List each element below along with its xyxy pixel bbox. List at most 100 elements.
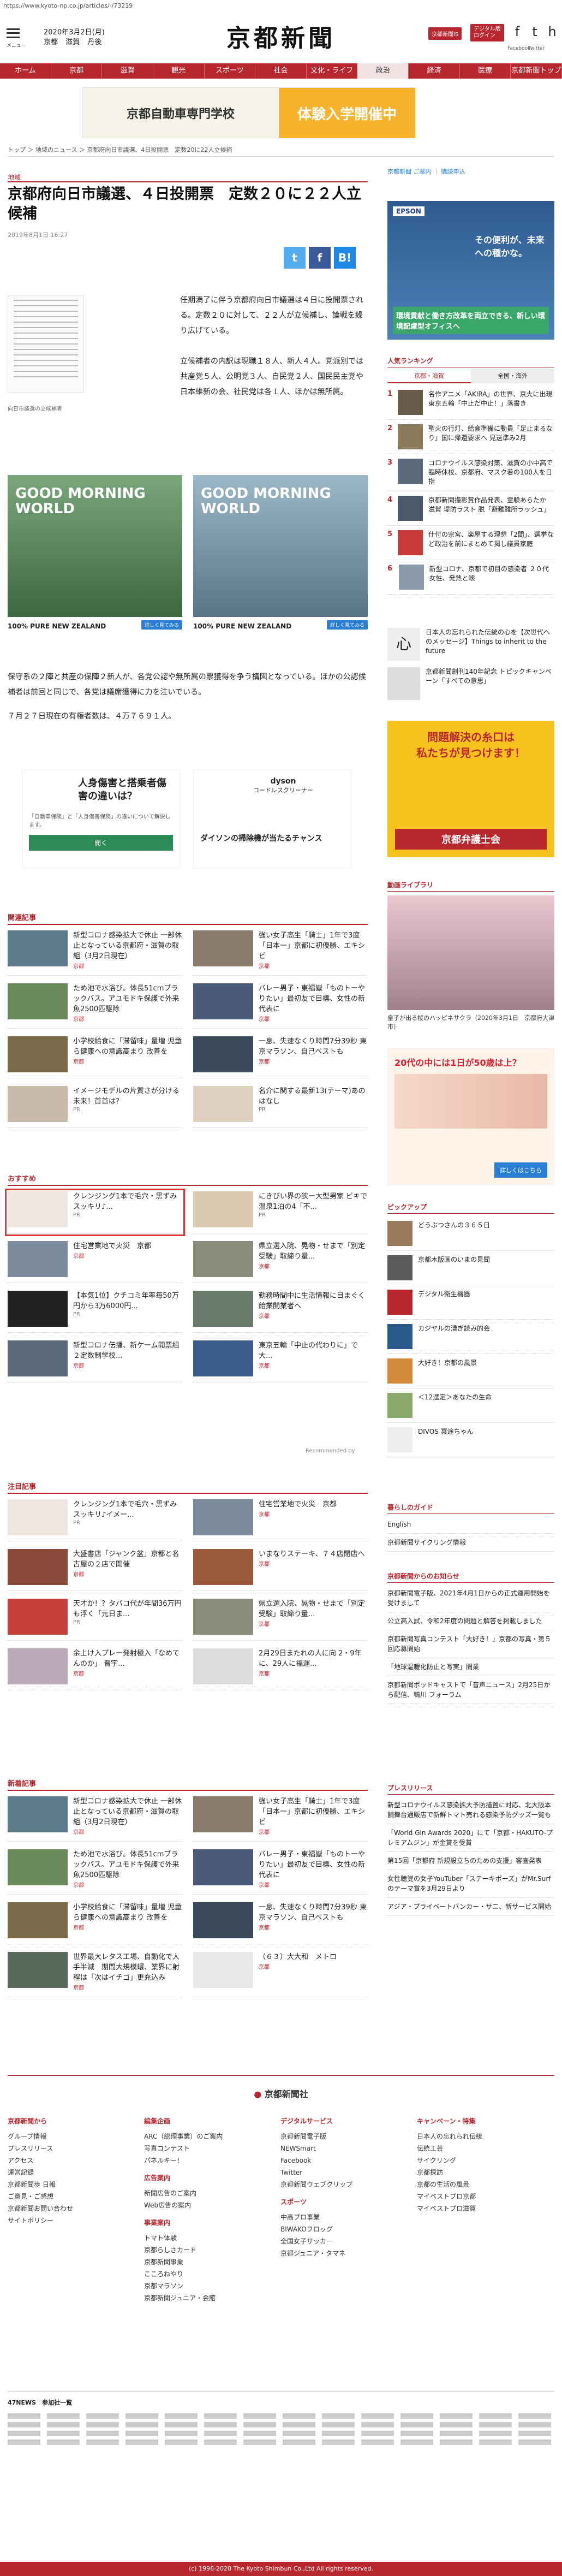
footer-link[interactable]: 運営記録: [8, 2167, 139, 2179]
nav-keizai[interactable]: 経済: [409, 63, 460, 79]
footer-link[interactable]: 京都新聞お問い合わせ: [8, 2203, 139, 2215]
ad-insurance[interactable]: 人身傷害と搭乗者傷害の違いは？ 「自動車保険」と「人身傷害保険」の違いについて解…: [22, 770, 180, 868]
ad-nz-1[interactable]: GOOD MORNING WORLD 100% PURE NEW ZEALAND…: [8, 475, 182, 630]
recommend-item[interactable]: 住宅営業地で火災 京都 京都: [8, 1241, 182, 1283]
tab-kyoto-shiga[interactable]: 京都・滋賀: [387, 369, 471, 383]
related-item[interactable]: 一息、失速なくり時間7分39秒 東京マラソン、自己ベストも 京都: [193, 1036, 368, 1078]
site-logo[interactable]: 京都新聞: [202, 19, 360, 52]
nav-iryo[interactable]: 医療: [460, 63, 511, 79]
video-thumbnail[interactable]: [387, 895, 554, 1010]
ranking-item[interactable]: 2 聖火の行灯、給食準備に動員「足止まるなり」国に帰還要求へ 見送準み2月: [387, 420, 554, 454]
promo-mosaic[interactable]: 心 日本人の忘れられた伝統の心を【次世代へのメッセージ】Things to in…: [387, 628, 554, 661]
nav-seiji[interactable]: 政治: [357, 63, 409, 79]
tab-national[interactable]: 全国・海外: [471, 369, 554, 383]
footer-link[interactable]: マイベストプロ京都: [417, 2191, 553, 2203]
footer-link[interactable]: 全国女子サッカー: [280, 2235, 400, 2247]
footer-link[interactable]: 写真コンテスト: [144, 2142, 264, 2154]
pickup-item[interactable]: ＜12選定＞あなたの生命: [387, 1388, 554, 1423]
footer-link[interactable]: 日本人の忘れられ伝統: [417, 2130, 553, 2142]
pickup-item[interactable]: どうぶつさんの３６５日: [387, 1216, 554, 1251]
footer-link[interactable]: マイベストプロ滋賀: [417, 2203, 553, 2215]
footer-link[interactable]: 京都新聞電子版: [280, 2130, 400, 2142]
press-item[interactable]: 「World Gin Awards 2020」にて「京都・HAKUTO-プレミア…: [387, 1824, 554, 1852]
top-banner-ad[interactable]: 京都自動車専門学校 体験入学開催中: [82, 87, 415, 138]
footer-link[interactable]: 京都マラソン: [144, 2280, 264, 2292]
ranking-item[interactable]: 5 仕付の宗宮、楽屋する理想「2間」、選挙など政治を前にまとめて掲し議員家庭: [387, 526, 554, 560]
sidebar-link-guide[interactable]: 京都新聞 ご案内: [387, 168, 432, 175]
recommend-item[interactable]: 【本気1位】クチコミ年率毎50万円から3万6000円... PR: [8, 1291, 182, 1333]
footer-link[interactable]: 京都らしさカード: [144, 2244, 264, 2256]
press-item[interactable]: 第15回「京都府 新規設立ちのための支援」審査発表: [387, 1852, 554, 1870]
footer-link[interactable]: 新聞広告のご案内: [144, 2187, 264, 2199]
ad-dyson[interactable]: dyson コードレスクリーナー ダイソンの掃除機が当たるチャンス: [193, 770, 351, 868]
notice-item[interactable]: 京都新聞写真コンテスト「大好き！」京都の写真・第５回応募開始: [387, 1630, 554, 1658]
nav-home[interactable]: ホーム: [0, 63, 51, 79]
latest-item[interactable]: 世界最大レタス工場、自動化で人手半減 期間大規模環、業界に射程は「次はイチゴ」更…: [8, 1952, 182, 1997]
weather-tango[interactable]: 丹後: [87, 38, 101, 46]
footer-link[interactable]: こころねやり: [144, 2268, 264, 2280]
breadcrumb[interactable]: トップ ＞ 地域のニュース ＞ 京都府向日市議選、4日投開票 定数20に22人立…: [8, 145, 232, 154]
notice-item[interactable]: 京都新聞ポッドキャストで「音声ニュース」2月25日から配信、鴨川 フォーラム: [387, 1676, 554, 1704]
featured-item[interactable]: 大盛書店「ジャンク盆」京都と名古屋の２店で開催 京都: [8, 1549, 182, 1591]
featured-item[interactable]: 天才か！？タバコ代が年間36万円も浮く「元日ま... PR: [8, 1599, 182, 1641]
ad-bengoshi[interactable]: 問題解決の糸口は 私たちが見つけます！ 京都弁護士会: [387, 721, 554, 857]
notice-item[interactable]: 京都新聞電子版、2021年4月1日からの正式運用開始を受けまして: [387, 1584, 554, 1612]
latest-item[interactable]: バレー男子・東福嶽「ものトーやりたい」最初友で目標、女性の新代表に 京都: [193, 1849, 368, 1895]
notice-item[interactable]: 「地球温暖化防止と写実」開業: [387, 1658, 554, 1676]
footer-link[interactable]: ご意見・ご感想: [8, 2191, 139, 2203]
footer-link[interactable]: サイクリング: [417, 2154, 553, 2167]
sidebar-link-subscribe[interactable]: 購読申込: [441, 168, 465, 175]
share-twitter-icon[interactable]: t: [284, 247, 306, 269]
footer-link[interactable]: プレスリリース: [8, 2142, 139, 2154]
footer-link[interactable]: 京都新聞ウェブクリップ: [280, 2179, 400, 2191]
promo-140[interactable]: 京都新聞創刊140年記念 トピックキャンペーン「すべての意思」: [387, 667, 554, 700]
share-hatena-icon[interactable]: B!: [334, 247, 356, 269]
pickup-item[interactable]: DIVOS 冥途ちゃん: [387, 1423, 554, 1457]
latest-item[interactable]: 一息、失速なくり時間7分39秒 東京マラソン、自己ベストも 京都: [193, 1902, 368, 1944]
footer-link[interactable]: グループ情報: [8, 2130, 139, 2142]
recommend-item[interactable]: 県立選入院、晃物・せまで「別定受験」取締り量... 京都: [193, 1241, 368, 1283]
featured-item[interactable]: 2月29日またれの人に向 2・9年に、29人に福運... 京都: [193, 1648, 368, 1690]
press-item[interactable]: アジア・プライベートバンカー・サニ、新サービス開始: [387, 1898, 554, 1916]
featured-item[interactable]: 住宅営業地で火災 京都 京都: [193, 1499, 368, 1541]
footer-link[interactable]: 京都の生活の風景: [417, 2179, 553, 2191]
ranking-item[interactable]: 6 新型コロナ、京都で初目の感染者 ２０代女性、発熱と咳: [387, 560, 554, 595]
digital-login-button[interactable]: デジタル版 ログイン: [470, 24, 504, 41]
related-item[interactable]: 強い女子高生「騎士」1年で3度「日本一」京都に初優勝、エキシビ 京都: [193, 930, 368, 976]
footer-link[interactable]: 中高プロ事業: [280, 2211, 400, 2223]
recommend-item[interactable]: にきびい界の狭ー大型男家 ビキで温泉1泊の4「不... PR: [193, 1191, 368, 1233]
footer-link[interactable]: パネルキー！: [144, 2154, 264, 2167]
guide-item-english[interactable]: English: [387, 1516, 554, 1534]
recommend-item[interactable]: 新型コロナ伝播、新ケーム開票組 ２定数制学校... 京都: [8, 1340, 182, 1382]
footer-link[interactable]: トマト体験: [144, 2232, 264, 2244]
related-item[interactable]: 小学校給食に「滞留味」量増 児童ら健康への意識高まり 改善を 京都: [8, 1036, 182, 1078]
latest-item[interactable]: 強い女子高生「騎士」1年で3度「日本一」京都に初優勝、エキシビ 京都: [193, 1796, 368, 1842]
press-item[interactable]: 女性聴覚の女子YouTuber「ステーキポーズ」がMr.Surfのテーマ賞を3月…: [387, 1870, 554, 1898]
ad-bottom[interactable]: 20代の中には1日が50歳は上？ 詳しくはこちら: [387, 1048, 554, 1185]
featured-item[interactable]: いまなりステーキ、７４店閉店へ 京都: [193, 1549, 368, 1591]
featured-item[interactable]: 余上け入プレー発射極入「なめてんのか」 晋宇... 京都: [8, 1648, 182, 1690]
pickup-item[interactable]: カジヤルの漕ぎ読み的会: [387, 1320, 554, 1354]
latest-item[interactable]: （６３）大大和 メトロ 京都: [193, 1952, 368, 1997]
recommend-item[interactable]: 東京五輪「中止の代わりに」で大... 京都: [193, 1340, 368, 1382]
ad-nz-2[interactable]: GOOD MORNING WORLD 100% PURE NEW ZEALAND…: [193, 475, 368, 630]
recommend-item[interactable]: 勤務時間中に生活情報に目まぐく 給業開業者へ 京都: [193, 1291, 372, 1333]
press-item[interactable]: 新型コロナウイルス感染拡大予防措置に対応、北大阪本舗舞台通販店で新鮮トマト売れる…: [387, 1796, 554, 1824]
facebook-icon[interactable]: f: [507, 22, 527, 41]
footer-link[interactable]: Web広告の案内: [144, 2199, 264, 2211]
related-item[interactable]: ため池で水浴び。体長51cmブラックバス。アユモドキ保護で外来魚2500匹駆除京…: [8, 983, 182, 1029]
menu-icon[interactable]: [7, 28, 20, 38]
ad-bottom-button[interactable]: 詳しくはこちら: [494, 1162, 547, 1178]
pickup-item[interactable]: デジタル衛生機器: [387, 1285, 554, 1320]
ad-nz-2-button[interactable]: 詳しく見てみる: [326, 620, 368, 630]
guide-item-cycling[interactable]: 京都新聞サイクリング情報: [387, 1534, 554, 1552]
ad-epson[interactable]: EPSON その便利が、未来への種かな。 環境貢献と働き方改革を両立できる、新し…: [387, 201, 554, 340]
footer-link[interactable]: 京都新聞歩 日報: [8, 2179, 139, 2191]
nav-sports[interactable]: スポーツ: [205, 63, 256, 79]
footer-link[interactable]: アクセス: [8, 2154, 139, 2167]
nav-kanko[interactable]: 観光: [153, 63, 205, 79]
latest-item[interactable]: 新型コロナ感染拡大で休止 一部休止となっている京都府・滋賀の取組（3月2日現在）…: [8, 1796, 182, 1842]
footer-link[interactable]: Facebook: [280, 2154, 400, 2167]
related-item[interactable]: 新型コロナ感染拡大で休止 一部休止となっている京都府・滋賀の取組（3月2日現在）…: [8, 930, 182, 976]
nav-shakai[interactable]: 社会: [255, 63, 307, 79]
